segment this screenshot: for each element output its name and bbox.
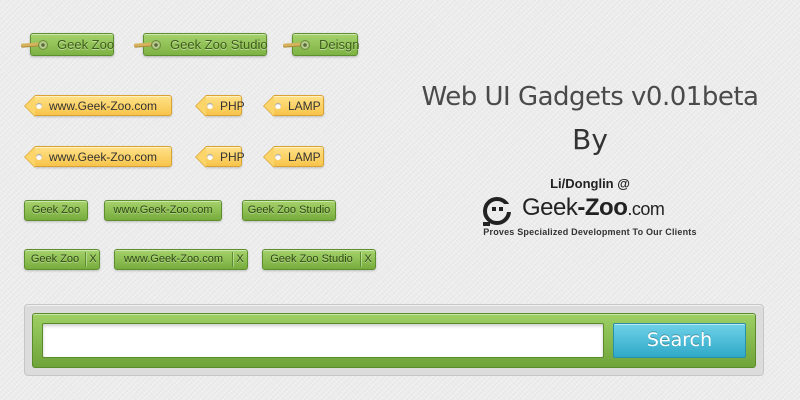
- yellow-tag-website[interactable]: www.Geek-Zoo.com: [24, 95, 172, 117]
- button-label: www.Geek-Zoo.com: [113, 204, 213, 216]
- tag-hole-icon: [207, 103, 213, 109]
- tag-hole-icon: [39, 41, 47, 49]
- yellow-tag-label: LAMP: [288, 99, 321, 113]
- yellow-tag-lamp[interactable]: LAMP: [263, 146, 324, 168]
- brand-logo: Geek-Zoo.com: [482, 194, 702, 226]
- yellow-tag-label: www.Geek-Zoo.com: [49, 99, 158, 113]
- tag-hole-icon: [36, 154, 42, 160]
- yellow-tag-label: www.Geek-Zoo.com: [49, 150, 158, 164]
- yellow-tag-php[interactable]: PHP: [195, 146, 245, 168]
- brand-name: Geek-Zoo.com: [522, 194, 665, 221]
- close-icon[interactable]: X: [86, 250, 100, 269]
- yellow-tag-website[interactable]: www.Geek-Zoo.com: [24, 146, 172, 168]
- search-input[interactable]: [42, 323, 604, 358]
- tag-hole-icon: [275, 154, 281, 160]
- hang-tag-label: Deisgn: [319, 37, 360, 52]
- search-button[interactable]: Search: [613, 323, 746, 358]
- yellow-tag-label: PHP: [220, 150, 245, 164]
- page-title: Web UI Gadgets v0.01beta: [421, 82, 759, 112]
- yellow-tag-php[interactable]: PHP: [195, 95, 245, 117]
- button-website[interactable]: www.Geek-Zoo.com: [104, 200, 222, 221]
- button-label: Geek Zoo Studio: [270, 253, 353, 265]
- yellow-tag-label: PHP: [220, 99, 245, 113]
- by-label: By: [572, 123, 608, 156]
- button-geek-zoo-studio[interactable]: Geek Zoo Studio: [242, 200, 336, 221]
- button-label: Geek Zoo: [31, 204, 81, 216]
- hang-tag-geek-zoo-studio[interactable]: Geek Zoo Studio: [133, 33, 268, 56]
- geek-zoo-logo-icon: [483, 197, 512, 226]
- close-icon[interactable]: X: [361, 250, 375, 269]
- brand-tagline: Proves Specialized Development To Our Cl…: [483, 227, 697, 237]
- button-label: Geek Zoo: [30, 253, 80, 265]
- tag-hole-icon: [207, 154, 213, 160]
- closable-button-website[interactable]: www.Geek-Zoo.com X: [114, 249, 248, 270]
- closable-button-geek-zoo[interactable]: Geek Zoo X: [24, 249, 100, 270]
- tag-hole-icon: [275, 103, 281, 109]
- hang-tag-label: Geek Zoo: [57, 37, 115, 52]
- yellow-tag-label: LAMP: [288, 150, 321, 164]
- yellow-tag-lamp[interactable]: LAMP: [263, 95, 324, 117]
- hang-tag-label: Geek Zoo Studio: [170, 37, 268, 52]
- author-name: Li/Donglin @: [550, 176, 630, 191]
- button-geek-zoo[interactable]: Geek Zoo: [24, 200, 88, 221]
- button-label: Geek Zoo Studio: [247, 204, 331, 216]
- close-icon[interactable]: X: [233, 250, 247, 269]
- tag-hole-icon: [36, 103, 42, 109]
- tag-hole-icon: [301, 41, 309, 49]
- button-label: www.Geek-Zoo.com: [123, 253, 224, 265]
- closable-button-geek-zoo-studio[interactable]: Geek Zoo Studio X: [262, 249, 376, 270]
- tag-hole-icon: [152, 41, 160, 49]
- hang-tag-deisgn[interactable]: Deisgn: [282, 33, 360, 56]
- hang-tag-geek-zoo[interactable]: Geek Zoo: [20, 33, 115, 56]
